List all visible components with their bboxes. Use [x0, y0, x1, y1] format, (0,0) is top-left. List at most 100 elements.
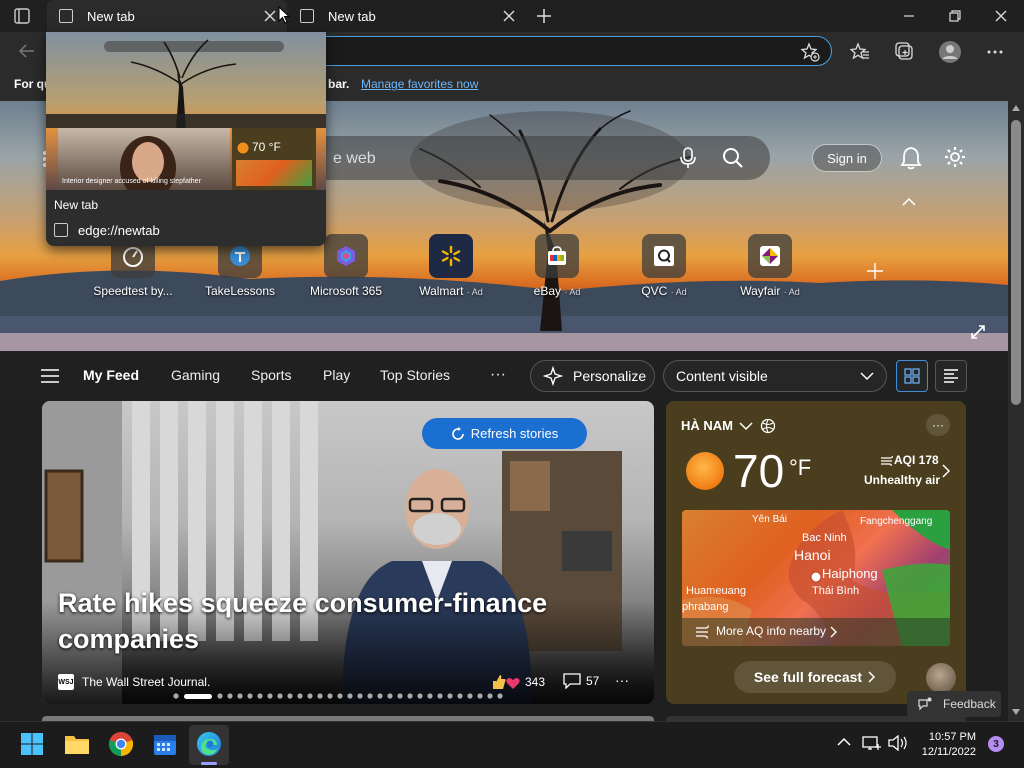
volume-icon[interactable] — [888, 735, 908, 751]
comments-button[interactable]: 57 — [563, 673, 599, 689]
list-layout-button[interactable] — [935, 360, 967, 392]
edge-app[interactable] — [193, 728, 225, 760]
calendar-app[interactable] — [149, 728, 181, 760]
back-icon[interactable] — [18, 42, 36, 60]
chrome-app[interactable] — [105, 728, 137, 760]
weather-character-avatar[interactable] — [926, 663, 956, 693]
new-tab-button[interactable] — [534, 6, 554, 26]
search-icon[interactable] — [722, 147, 744, 169]
carousel-dot[interactable] — [237, 693, 243, 699]
quick-link-ebay[interactable]: eBay · Ad — [512, 234, 602, 298]
feedback-button[interactable]: Feedback — [907, 691, 1001, 717]
carousel-dot[interactable] — [477, 693, 483, 699]
carousel-dot[interactable] — [347, 693, 353, 699]
grid-layout-button[interactable] — [896, 360, 928, 392]
carousel-dot[interactable] — [267, 693, 273, 699]
air-quality-map[interactable]: Yên Bái Fangchenggang Bac Ninh Hanoi Hai… — [682, 510, 950, 646]
notifications-bell-icon[interactable] — [900, 146, 922, 170]
feed-tab-sports[interactable]: Sports — [251, 367, 291, 383]
carousel-dot[interactable] — [277, 693, 283, 699]
restore-button[interactable] — [932, 0, 978, 32]
globe-icon[interactable] — [760, 418, 776, 434]
manage-favorites-link[interactable]: Manage favorites now — [361, 77, 478, 91]
carousel-dot[interactable] — [437, 693, 443, 699]
carousel-dot[interactable] — [227, 693, 233, 699]
tab-actions-icon[interactable] — [14, 8, 30, 24]
close-tab-icon[interactable] — [502, 9, 516, 23]
start-button[interactable] — [16, 728, 48, 760]
page-settings-gear-icon[interactable] — [944, 146, 966, 168]
carousel-dot[interactable] — [457, 693, 463, 699]
carousel-dot[interactable] — [377, 693, 383, 699]
aqi-chevron-right-icon[interactable] — [942, 464, 950, 478]
expand-fullscreen-icon[interactable] — [970, 324, 986, 340]
file-explorer-app[interactable] — [61, 728, 93, 760]
feed-tab-play[interactable]: Play — [323, 367, 350, 383]
tab-new-tab-1[interactable]: New tab — [47, 0, 287, 32]
carousel-dot[interactable] — [357, 693, 363, 699]
scrollbar-thumb[interactable] — [1011, 120, 1021, 405]
quick-link-qvc[interactable]: QVC · Ad — [619, 234, 709, 298]
carousel-dot[interactable] — [427, 693, 433, 699]
carousel-dot[interactable] — [367, 693, 373, 699]
location-chevron-down-icon[interactable] — [738, 420, 754, 432]
carousel-dot[interactable] — [387, 693, 393, 699]
collections-icon[interactable] — [893, 40, 917, 64]
feed-more-button[interactable]: ··· — [490, 366, 506, 384]
carousel-dot[interactable] — [257, 693, 263, 699]
address-bar[interactable] — [310, 36, 832, 66]
refresh-stories-button[interactable]: Refresh stories — [422, 418, 587, 449]
content-visibility-dropdown[interactable]: Content visible — [663, 360, 887, 392]
scroll-up-arrow-icon[interactable] — [1011, 104, 1021, 112]
notification-badge[interactable]: 3 — [988, 736, 1004, 752]
feed-tab-top-stories[interactable]: Top Stories — [380, 367, 450, 383]
carousel-dot[interactable] — [247, 693, 253, 699]
carousel-dot[interactable] — [307, 693, 313, 699]
aqi-value[interactable]: AQI 178 — [894, 453, 939, 467]
personalize-button[interactable]: Personalize — [530, 360, 655, 392]
carousel-dot[interactable] — [497, 693, 503, 699]
show-hidden-icons-chevron-icon[interactable] — [837, 737, 851, 747]
feed-tab-my-feed[interactable]: My Feed — [83, 367, 139, 383]
quick-link-wayfair[interactable]: Wayfair · Ad — [725, 234, 815, 298]
carousel-dot[interactable] — [337, 693, 343, 699]
collapse-chevron-up-icon[interactable] — [902, 197, 916, 207]
carousel-dot[interactable] — [407, 693, 413, 699]
network-icon[interactable] — [862, 735, 882, 751]
carousel-dot[interactable] — [287, 693, 293, 699]
weather-more-button[interactable]: ··· — [926, 414, 950, 436]
quick-link-walmart[interactable]: Walmart · Ad — [406, 234, 496, 298]
close-tab-icon[interactable] — [263, 9, 277, 23]
hamburger-menu-icon[interactable] — [41, 369, 59, 383]
settings-more-icon[interactable] — [983, 40, 1007, 64]
scroll-down-arrow-icon[interactable] — [1011, 708, 1021, 716]
profile-avatar[interactable] — [938, 40, 962, 64]
add-favorite-icon[interactable] — [800, 42, 820, 62]
sign-in-button[interactable]: Sign in — [812, 144, 882, 172]
feed-tab-gaming[interactable]: Gaming — [171, 367, 220, 383]
microphone-icon[interactable] — [678, 147, 698, 169]
temperature-unit[interactable]: °F — [789, 455, 811, 481]
carousel-dot[interactable] — [217, 693, 223, 699]
weather-location[interactable]: HÀ NAM — [681, 418, 733, 433]
aq-info-link[interactable]: More AQ info nearby — [716, 624, 826, 638]
aqi-status[interactable]: Unhealthy air — [864, 473, 940, 487]
carousel-dot[interactable] — [327, 693, 333, 699]
carousel-dot[interactable] — [417, 693, 423, 699]
carousel-dot[interactable] — [297, 693, 303, 699]
minimize-button[interactable] — [886, 0, 932, 32]
see-full-forecast-button[interactable]: See full forecast — [734, 661, 896, 693]
carousel-dot[interactable] — [397, 693, 403, 699]
carousel-dot[interactable] — [447, 693, 453, 699]
carousel-dot[interactable] — [487, 693, 493, 699]
carousel-dot[interactable] — [467, 693, 473, 699]
tab-new-tab-2[interactable]: New tab — [290, 0, 526, 32]
close-window-button[interactable] — [978, 0, 1024, 32]
carousel-dot[interactable] — [317, 693, 323, 699]
add-quick-link-icon[interactable] — [866, 262, 884, 280]
story-headline[interactable]: Rate hikes squeeze consumer-finance comp… — [58, 585, 578, 657]
story-source[interactable]: The Wall Street Journal. — [82, 675, 210, 689]
reactions-button[interactable]: 343 — [491, 673, 545, 691]
favorites-icon[interactable] — [848, 40, 872, 64]
system-clock[interactable]: 10:57 PM 12/11/2022 — [920, 730, 976, 760]
